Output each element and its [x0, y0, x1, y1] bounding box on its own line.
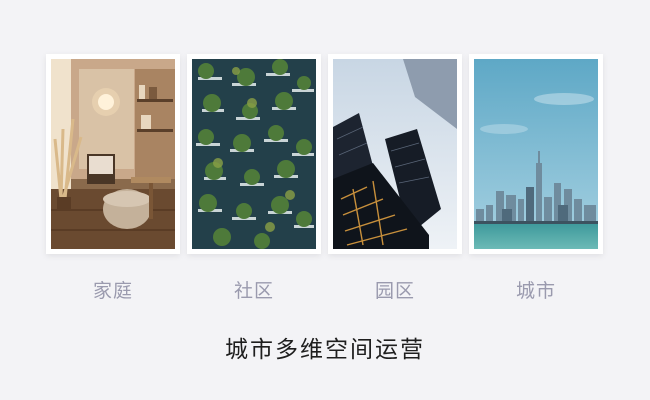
card-park-label: 园区	[374, 280, 415, 302]
card-park[interactable]	[328, 54, 462, 254]
card-community[interactable]	[187, 54, 321, 254]
card-city[interactable]	[469, 54, 603, 254]
card-home-label: 家庭	[92, 280, 133, 302]
city-skyline-photo	[474, 59, 598, 249]
park-office-towers-photo	[333, 59, 457, 249]
home-interior-photo	[51, 59, 175, 249]
card-city-label: 城市	[515, 280, 556, 302]
community-green-building-photo	[192, 59, 316, 249]
card-community-label: 社区	[233, 280, 274, 302]
page-title: 城市多维空间运营	[225, 337, 425, 363]
card-home[interactable]	[46, 54, 180, 254]
